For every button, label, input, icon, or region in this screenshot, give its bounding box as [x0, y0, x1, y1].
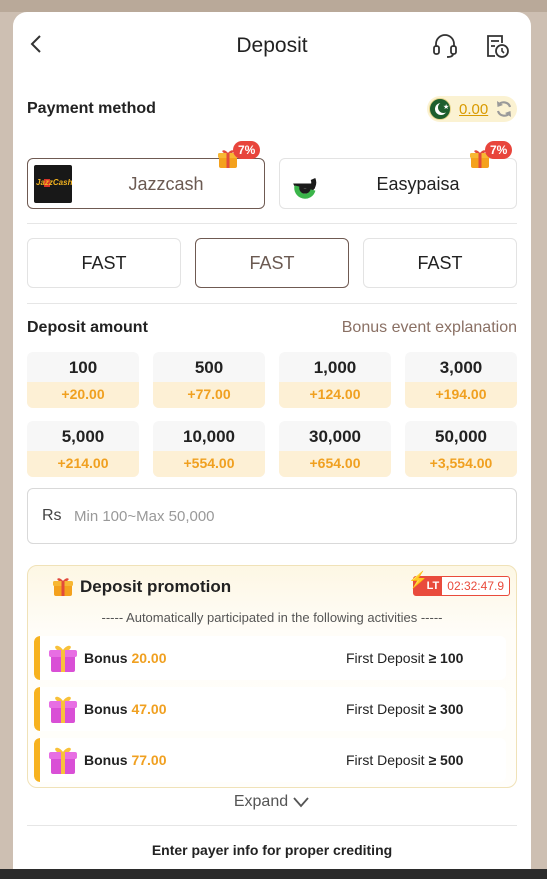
amount-input[interactable]: [74, 503, 494, 529]
amount-option[interactable]: 3,000 +194.00: [405, 352, 517, 408]
payment-method-label: Payment method: [27, 100, 156, 117]
lightning-icon: ⚡: [408, 572, 429, 589]
amount-value: 100: [68, 358, 98, 377]
amount-value: 50,000: [435, 427, 487, 446]
amount-bonus: +654.00: [279, 451, 391, 477]
amount-option[interactable]: 30,000 +654.00: [279, 421, 391, 477]
countdown-timer: ⚡ LT 02:32:47.9: [408, 573, 510, 596]
promotion-title: Deposit promotion: [80, 577, 232, 596]
refresh-icon[interactable]: [494, 99, 514, 119]
amount-option[interactable]: 500 +77.00: [153, 352, 265, 408]
promotion-item[interactable]: Bonus 47.00 First Deposit ≥ 300: [34, 687, 506, 731]
amount-bonus: +20.00: [27, 382, 139, 408]
amount-value: 1,000: [313, 358, 357, 377]
bonus-explanation-link[interactable]: Bonus event explanation: [342, 319, 517, 337]
bonus-percent: 7%: [485, 141, 513, 159]
amount-value: 3,000: [439, 358, 483, 377]
bonus-text: Bonus 20.00: [84, 650, 167, 666]
channel-fast-1[interactable]: FAST: [27, 238, 181, 288]
amount-option[interactable]: 5,000 +214.00: [27, 421, 139, 477]
deposit-amount-row: Deposit amount Bonus event explanation: [27, 317, 517, 339]
currency-label: Rs: [42, 507, 62, 524]
amount-bonus: +3,554.00: [405, 451, 517, 477]
amount-input-field: Rs: [27, 488, 517, 544]
header: Deposit: [13, 12, 531, 80]
deposit-promotion-panel: Deposit promotion ⚡ LT 02:32:47.9 ----- …: [27, 565, 517, 788]
deposit-amount-label: Deposit amount: [27, 319, 148, 336]
deposit-sheet: Deposit Payment method ★ 0.00 JazzCash J…: [13, 12, 531, 872]
history-icon[interactable]: [483, 32, 511, 60]
expand-label: Expand: [233, 793, 289, 810]
gift-icon: [53, 578, 73, 596]
amount-option[interactable]: 50,000 +3,554.00: [405, 421, 517, 477]
bonus-percent: 7%: [233, 141, 261, 159]
amount-option[interactable]: 100 +20.00: [27, 352, 139, 408]
amount-value: 5,000: [61, 427, 105, 446]
balance-pill: ★ 0.00: [427, 96, 517, 122]
expand-button[interactable]: Expand: [13, 793, 531, 811]
method-name: Jazzcash: [128, 174, 204, 194]
payment-method-row: Payment method ★ 0.00: [27, 96, 517, 124]
amount-bonus: +554.00: [153, 451, 265, 477]
chevron-down-icon: [293, 797, 309, 808]
promo-badge: 7%: [469, 141, 523, 171]
channel-fast-3[interactable]: FAST: [363, 238, 517, 288]
payer-info-note: Enter payer info for proper crediting: [151, 842, 393, 858]
amount-bonus: +194.00: [405, 382, 517, 408]
amount-value: 500: [194, 358, 224, 377]
method-name: Easypaisa: [376, 174, 460, 194]
gift-icon: [49, 645, 77, 672]
amount-bonus: +77.00: [153, 382, 265, 408]
gift-icon: [49, 747, 77, 774]
condition-text: First Deposit ≥ 100: [346, 650, 464, 666]
amount-value: 30,000: [309, 427, 361, 446]
amount-value: 10,000: [183, 427, 235, 446]
headset-icon[interactable]: [431, 32, 459, 60]
condition-text: First Deposit ≥ 500: [346, 752, 464, 768]
amount-option[interactable]: 10,000 +554.00: [153, 421, 265, 477]
amount-bonus: +124.00: [279, 382, 391, 408]
gift-icon: [49, 696, 77, 723]
channel-fast-2[interactable]: FAST: [195, 238, 349, 288]
bonus-text: Bonus 47.00: [84, 701, 167, 717]
backdrop-top: [0, 0, 547, 12]
balance-value[interactable]: 0.00: [459, 101, 488, 118]
auto-participate-note: ----- Automatically participated in the …: [101, 610, 443, 625]
method-easypaisa[interactable]: Easypaisa 7%: [279, 141, 517, 209]
method-jazzcash[interactable]: JazzCash Jazzcash 7%: [27, 141, 265, 209]
divider: [27, 303, 517, 304]
promo-badge: 7%: [217, 141, 271, 171]
timer-value: 02:32:47.9: [447, 579, 504, 593]
amount-option[interactable]: 1,000 +124.00: [279, 352, 391, 408]
backdrop-bottom: [0, 869, 547, 879]
divider: [27, 825, 517, 826]
divider: [27, 223, 517, 224]
promotion-item[interactable]: Bonus 77.00 First Deposit ≥ 500: [34, 738, 506, 782]
promotion-item[interactable]: Bonus 20.00 First Deposit ≥ 100: [34, 636, 506, 680]
pakistan-flag-icon: ★: [429, 98, 451, 120]
limited-time-badge: ⚡ LT: [408, 573, 443, 595]
condition-text: First Deposit ≥ 300: [346, 701, 464, 717]
amount-bonus: +214.00: [27, 451, 139, 477]
bonus-text: Bonus 77.00: [84, 752, 167, 768]
